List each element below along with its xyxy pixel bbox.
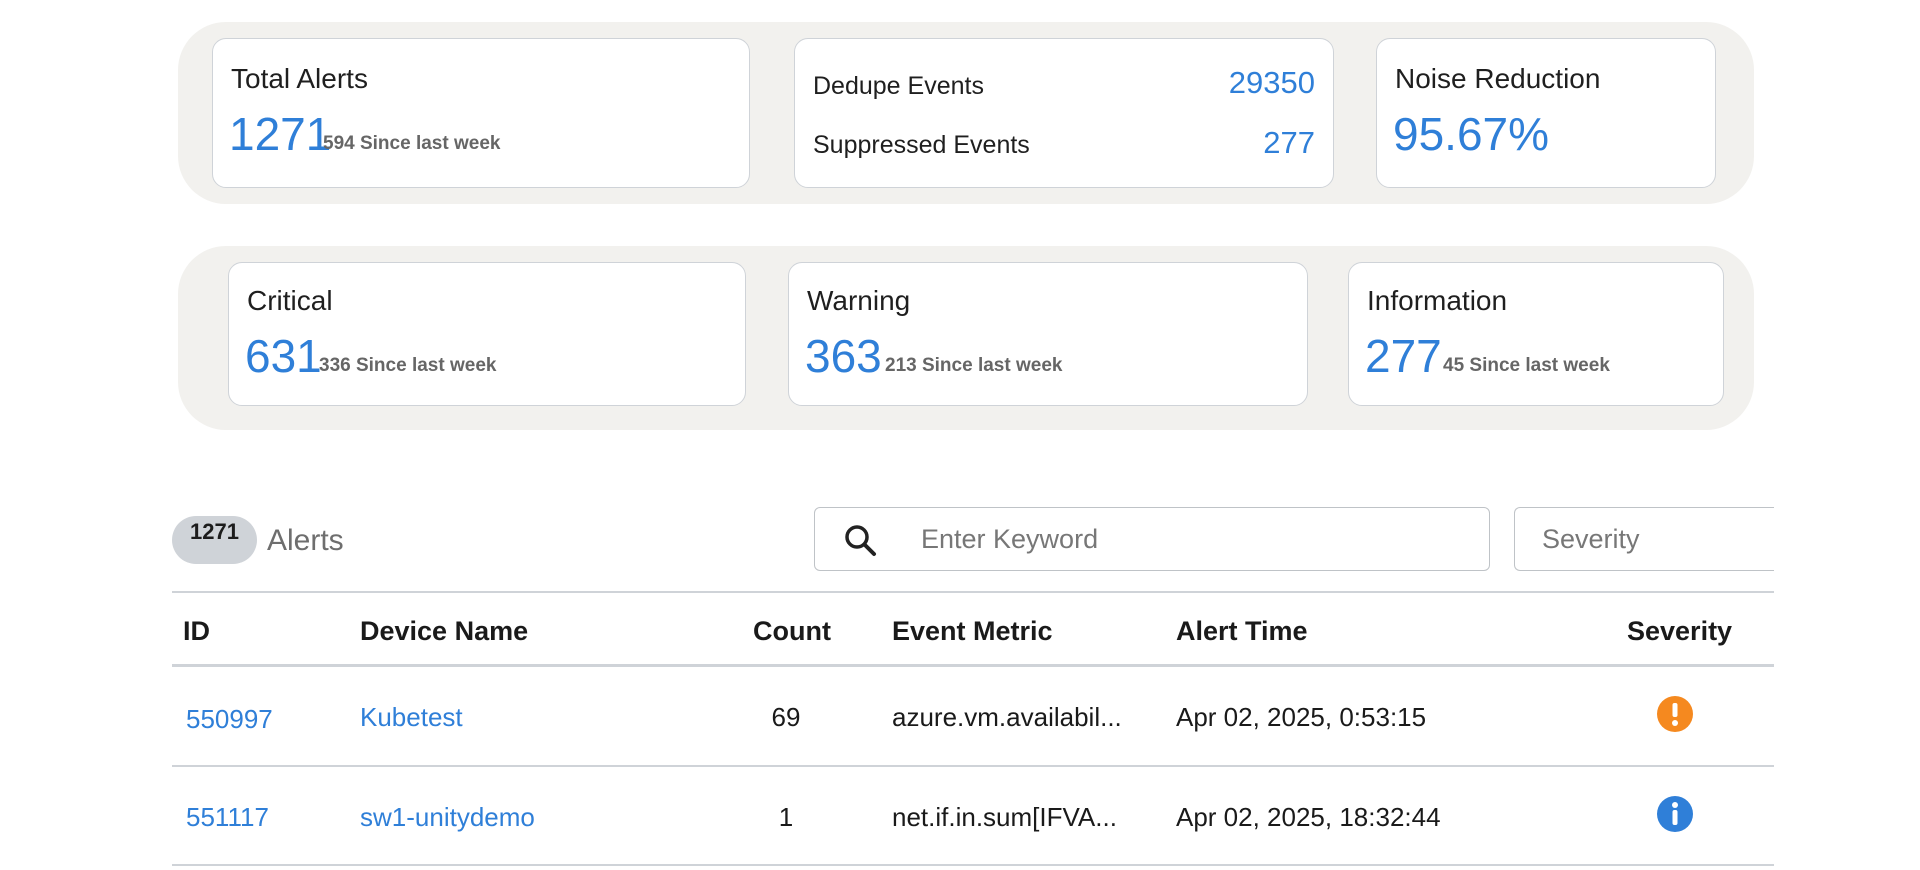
alert-id-link[interactable]: 551117 xyxy=(186,802,269,833)
critical-since: 336 Since last week xyxy=(319,355,497,376)
warning-since: 213 Since last week xyxy=(885,355,1063,376)
table-top-border xyxy=(172,591,1774,593)
alert-count: 1 xyxy=(778,802,794,832)
warning-value: 363 xyxy=(805,330,882,382)
events-card[interactable]: Dedupe Events 29350 Suppressed Events 27… xyxy=(794,38,1334,188)
column-header-alert-time[interactable]: Alert Time xyxy=(1176,616,1308,647)
information-label: Information xyxy=(1367,285,1508,316)
total-alerts-label: Total Alerts xyxy=(231,63,368,94)
warning-card[interactable]: Warning 363 213 Since last week xyxy=(788,262,1308,406)
severity-filter-placeholder: Severity xyxy=(1542,524,1640,554)
device-name-link[interactable]: Kubetest xyxy=(360,702,463,733)
alerts-title: Alerts xyxy=(267,524,344,557)
column-header-id[interactable]: ID xyxy=(183,616,210,647)
suppressed-events-value: 277 xyxy=(1263,125,1315,160)
event-metric: net.if.in.sum[IFVA... xyxy=(892,802,1117,832)
critical-label: Critical xyxy=(247,285,333,316)
table-header-border xyxy=(172,664,1774,667)
information-card[interactable]: Information 277 45 Since last week xyxy=(1348,262,1724,406)
noise-reduction-card[interactable]: Noise Reduction 95.67% xyxy=(1376,38,1716,188)
dedupe-events-value: 29350 xyxy=(1228,65,1315,100)
warning-label: Warning xyxy=(807,285,911,316)
noise-reduction-value: 95.67% xyxy=(1393,108,1550,160)
suppressed-events-label: Suppressed Events xyxy=(813,131,1030,159)
alert-time: Apr 02, 2025, 18:32:44 xyxy=(1176,802,1441,832)
event-metric: azure.vm.availabil... xyxy=(892,702,1122,732)
total-alerts-card[interactable]: Total Alerts 1271 594 Since last week xyxy=(212,38,750,188)
search-placeholder: Enter Keyword xyxy=(921,524,1099,554)
device-name-link[interactable]: sw1-unitydemo xyxy=(360,802,535,833)
search-input[interactable]: Enter Keyword xyxy=(814,507,1490,571)
noise-reduction-label: Noise Reduction xyxy=(1395,63,1601,94)
row-divider xyxy=(172,864,1774,866)
dedupe-events-label: Dedupe Events xyxy=(813,72,984,100)
alert-count-badge: 1271 xyxy=(172,516,257,564)
alert-id-link[interactable]: 550997 xyxy=(186,704,273,735)
column-header-severity[interactable]: Severity xyxy=(1627,616,1732,647)
column-header-count[interactable]: Count xyxy=(753,616,831,647)
info-icon xyxy=(1657,796,1693,832)
severity-filter[interactable]: Severity xyxy=(1514,507,1774,571)
alert-count: 69 xyxy=(771,702,801,732)
warning-icon xyxy=(1657,696,1693,732)
column-header-device-name[interactable]: Device Name xyxy=(360,616,528,647)
total-alerts-value: 1271 xyxy=(229,108,332,160)
information-since: 45 Since last week xyxy=(1443,355,1610,376)
total-alerts-since: 594 Since last week xyxy=(323,133,501,154)
information-value: 277 xyxy=(1365,330,1442,382)
critical-card[interactable]: Critical 631 336 Since last week xyxy=(228,262,746,406)
alert-time: Apr 02, 2025, 0:53:15 xyxy=(1176,702,1427,732)
critical-value: 631 xyxy=(245,330,322,382)
column-header-event-metric[interactable]: Event Metric xyxy=(892,616,1053,647)
search-icon xyxy=(845,525,876,556)
